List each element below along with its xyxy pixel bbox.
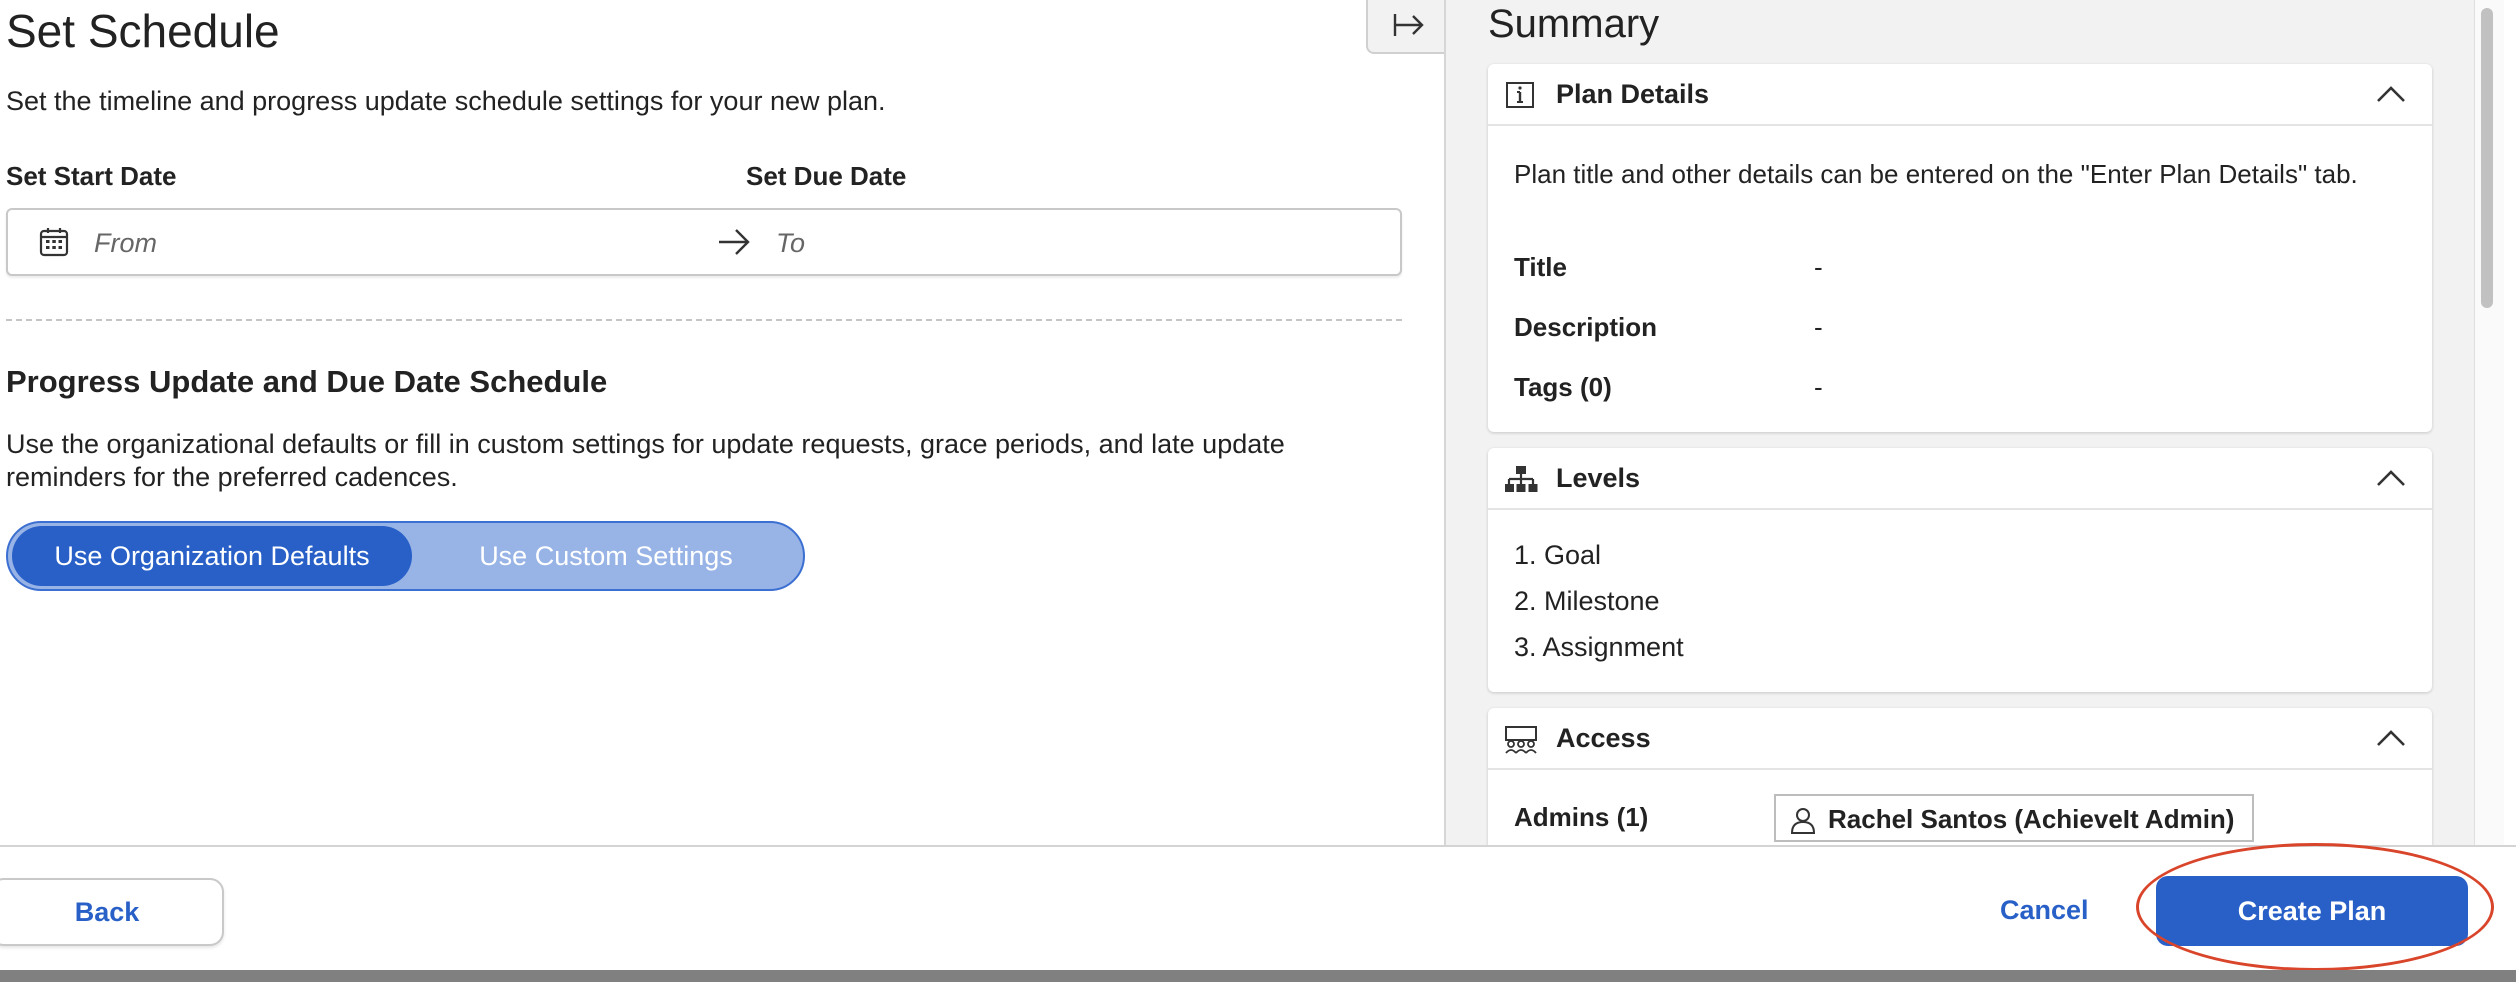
page-subtitle: Set the timeline and progress update sch… (6, 86, 886, 116)
plan-details-header[interactable]: Plan Details (1488, 64, 2432, 126)
due-date-input[interactable]: To (776, 228, 805, 259)
schedule-mode-toggle[interactable]: Use Organization Defaults Use Custom Set… (6, 521, 805, 591)
summary-panel: Summary Plan Details Plan title and othe… (1444, 0, 2476, 868)
chevron-up-icon[interactable] (2376, 468, 2406, 488)
tags-value: - (1814, 372, 1823, 402)
title-value: - (1814, 252, 1823, 282)
hierarchy-icon (1505, 466, 1538, 492)
schedule-section-description: Use the organizational defaults or fill … (6, 429, 1285, 492)
levels-title: Levels (1556, 463, 1641, 493)
arrow-right-icon (719, 229, 750, 255)
plan-details-title: Plan Details (1556, 79, 1710, 109)
levels-header[interactable]: Levels (1488, 448, 2432, 510)
level-item: 3. Assignment (1514, 632, 1684, 662)
info-icon (1506, 82, 1534, 108)
chevron-up-icon[interactable] (2376, 728, 2406, 748)
tags-key: Tags (0) (1514, 372, 1612, 402)
back-button[interactable]: Back (0, 878, 224, 946)
page-title: Set Schedule (6, 5, 280, 57)
collapse-summary-button[interactable] (1366, 0, 1446, 54)
admins-label: Admins (1) (1514, 802, 1649, 832)
highlight-annotation (2136, 843, 2494, 970)
title-key: Title (1514, 252, 1567, 282)
chevron-up-icon[interactable] (2376, 84, 2406, 104)
access-header[interactable]: Access (1488, 708, 2432, 770)
start-date-label: Set Start Date (6, 161, 177, 191)
app-window: Set Schedule Set the timeline and progre… (0, 0, 2516, 970)
schedule-section-title: Progress Update and Due Date Schedule (6, 364, 608, 399)
cancel-button[interactable]: Cancel (2000, 895, 2089, 926)
description-key: Description (1514, 312, 1658, 342)
summary-scrollbar[interactable] (2474, 0, 2504, 845)
level-item: 2. Milestone (1514, 586, 1660, 616)
admin-chip: Rachel Santos (AchieveIt Admin) (1774, 794, 2254, 842)
schedule-form: Set Schedule Set the timeline and progre… (0, 0, 1446, 845)
plan-details-note: Plan title and other details can be ente… (1514, 159, 2358, 189)
due-date-label: Set Due Date (746, 161, 907, 191)
access-title: Access (1556, 723, 1651, 753)
admin-name: Rachel Santos (AchieveIt Admin) (1828, 804, 2235, 834)
user-icon (1790, 808, 1816, 834)
summary-title: Summary (1488, 2, 1660, 46)
section-divider (6, 319, 1402, 321)
description-value: - (1814, 312, 1823, 342)
plan-details-card: Plan Details Plan title and other detail… (1488, 64, 2432, 432)
group-icon (1505, 726, 1537, 754)
start-date-input[interactable]: From (94, 228, 157, 259)
date-range-picker[interactable]: From To (6, 208, 1402, 276)
use-organization-defaults-option[interactable]: Use Organization Defaults (12, 526, 412, 586)
calendar-icon[interactable] (38, 226, 70, 258)
collapse-panel-icon (1393, 14, 1424, 36)
level-item: 1. Goal (1514, 540, 1602, 570)
levels-card: Levels 1. Goal 2. Milestone 3. Assignmen… (1488, 448, 2432, 692)
use-custom-settings-option[interactable]: Use Custom Settings (412, 526, 800, 586)
scrollbar-thumb[interactable] (2481, 8, 2493, 308)
